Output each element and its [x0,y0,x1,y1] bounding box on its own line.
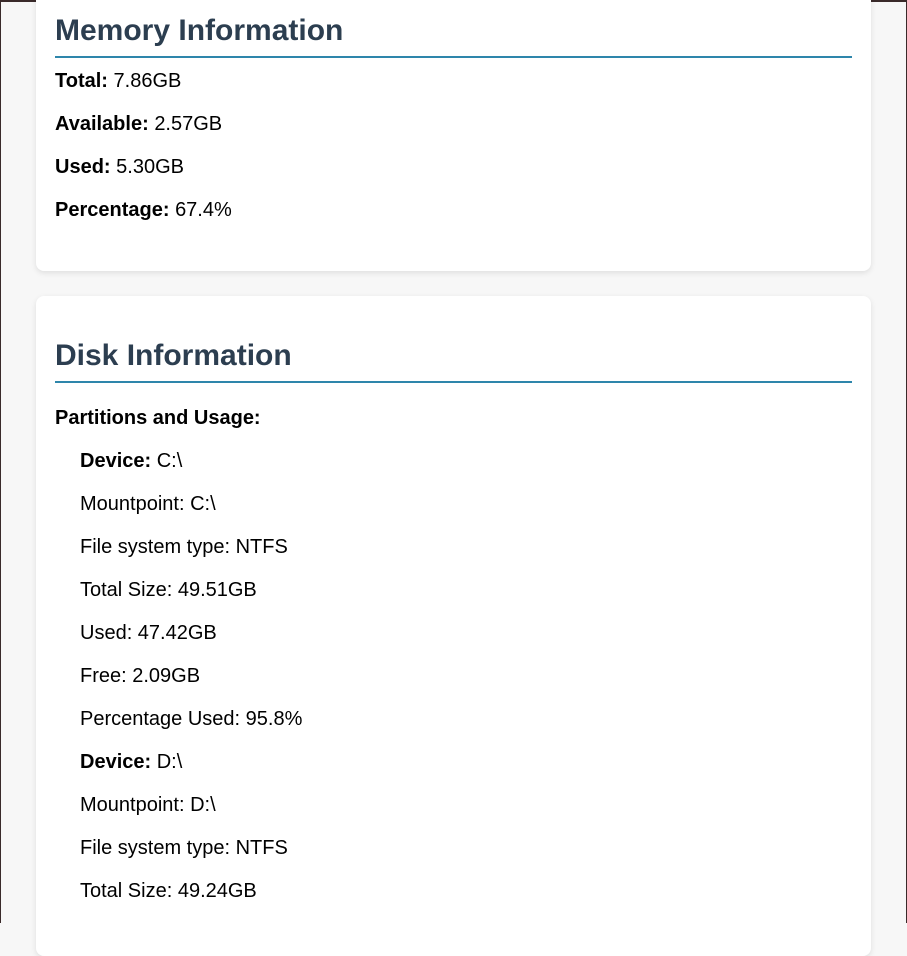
memory-available-row: Available: 2.57GB [55,112,222,136]
memory-available-label: Available: [55,113,149,135]
partition-mountpoint: Mountpoint: D:\ [80,794,216,816]
memory-used-label: Used: [55,156,111,178]
memory-used-value: 5.30GB [116,156,184,178]
memory-percentage-value: 67.4% [175,199,232,221]
partition-used: Used: 47.42GB [80,622,217,644]
partition-fstype: File system type: NTFS [80,536,288,558]
memory-info-card: Memory Information Total: 7.86GB Availab… [36,0,871,271]
partitions-label: Partitions and Usage: [55,407,261,429]
disk-info-card: Disk Information Partitions and Usage: D… [36,296,871,956]
partition-percentage-used: Percentage Used: 95.8% [80,708,303,730]
partition-device-label: Device: [80,751,152,773]
disk-heading: Disk Information [55,339,852,383]
partition-total-size: Total Size: 49.24GB [80,880,257,902]
partition-free: Free: 2.09GB [80,665,201,687]
partition-fstype: File system type: NTFS [80,837,288,859]
memory-total-label: Total: [55,70,108,92]
memory-percentage-label: Percentage: [55,199,170,221]
partition-device-label: Device: [80,450,152,472]
partitions-heading: Partitions and Usage: [55,406,261,430]
memory-available-value: 2.57GB [154,113,223,135]
partition-total-size: Total Size: 49.51GB [80,579,257,601]
partition-device-value: C:\ [156,450,183,472]
partition-device-row: Device: D:\ [80,750,182,774]
memory-heading: Memory Information [55,14,852,58]
partition-device-row: Device: C:\ [80,449,182,473]
partition-device-value: D:\ [156,751,183,773]
partition-mountpoint: Mountpoint: C:\ [80,493,216,515]
memory-percentage-row: Percentage: 67.4% [55,198,232,222]
memory-total-value: 7.86GB [113,70,182,92]
memory-total-row: Total: 7.86GB [55,69,181,93]
memory-used-row: Used: 5.30GB [55,155,184,179]
